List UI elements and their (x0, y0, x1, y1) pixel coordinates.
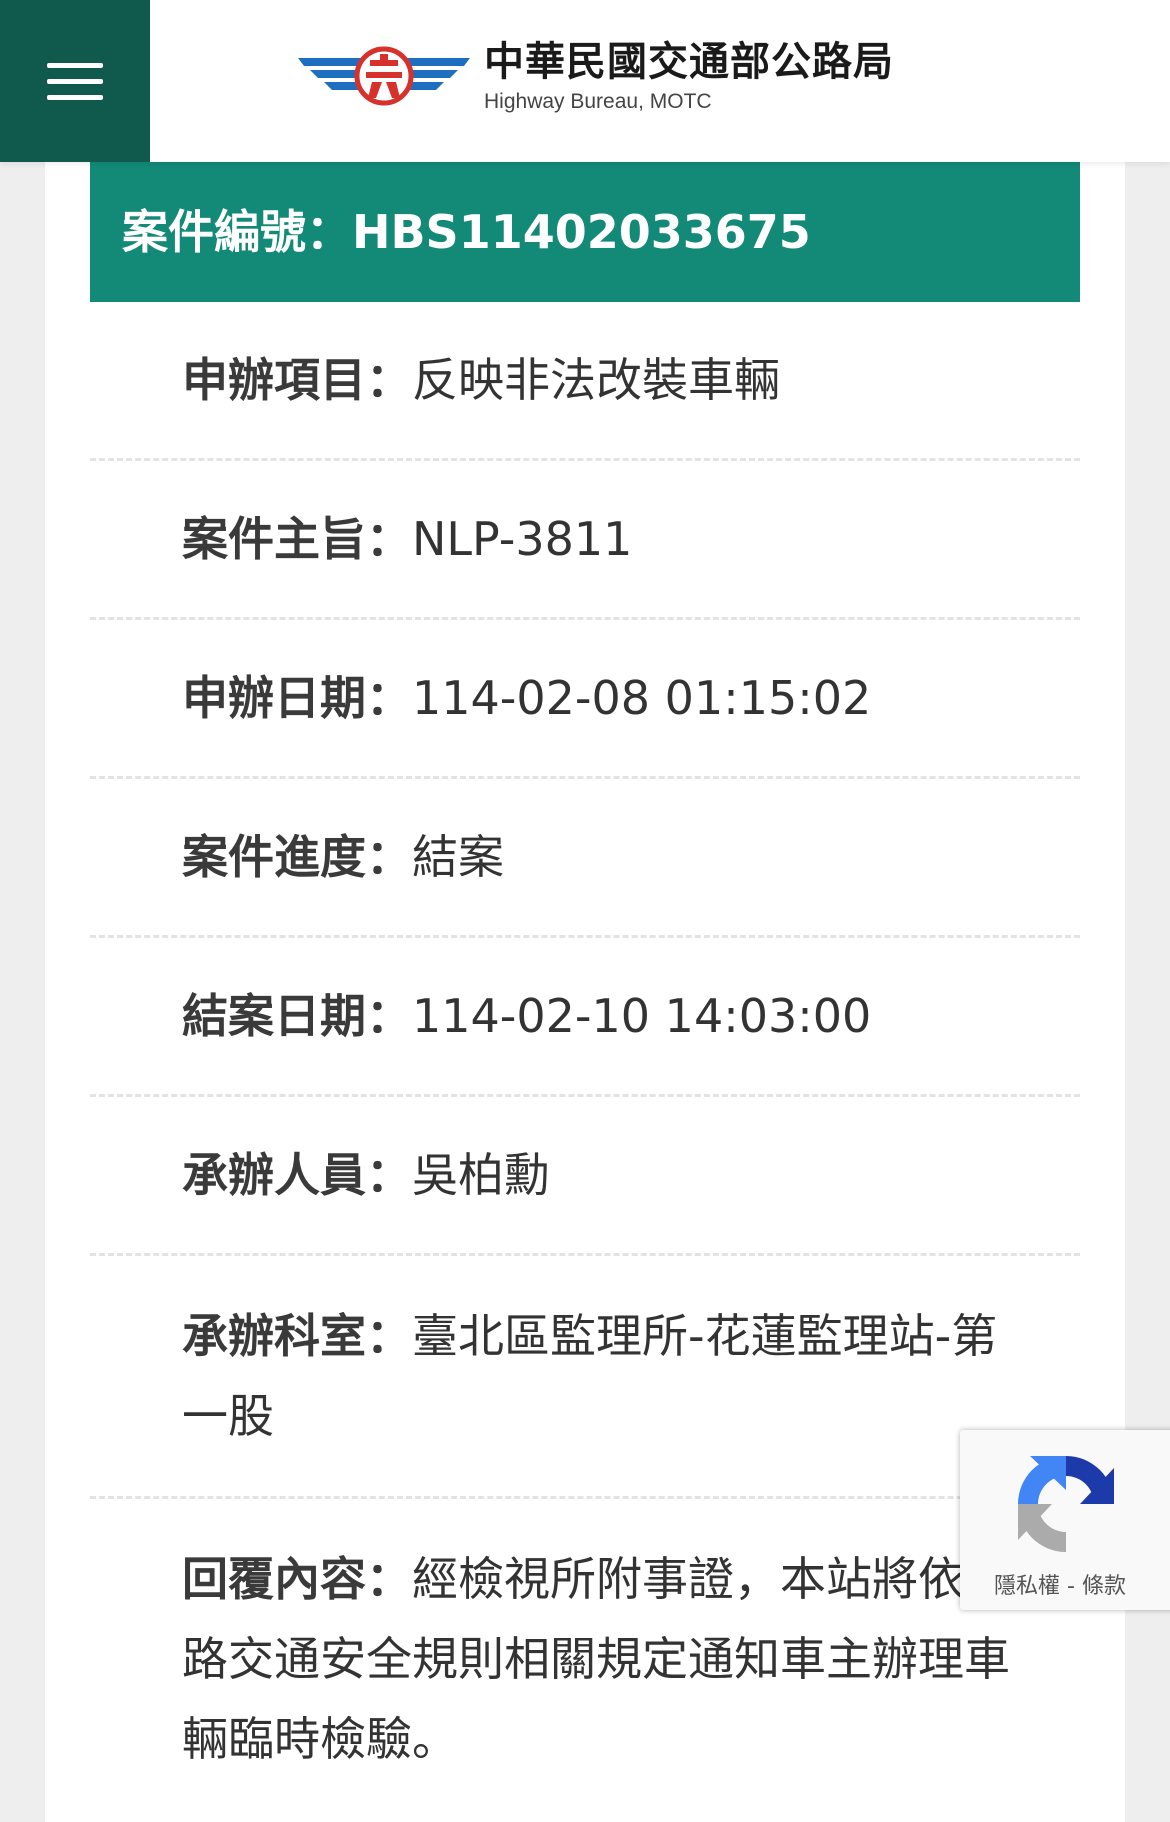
highway-bureau-winged-emblem-icon (298, 46, 470, 106)
field-row-case-progress: 案件進度：結案 (90, 779, 1080, 938)
site-title-zh: 中華民國交通部公路局 (484, 38, 894, 85)
hamburger-menu-icon (47, 62, 103, 68)
site-header: 中華民國交通部公路局 Highway Bureau, MOTC (0, 0, 1170, 162)
hamburger-menu-button[interactable] (0, 0, 150, 162)
field-value: 反映非法改裝車輛 (412, 353, 780, 407)
field-value: 吳柏勳 (412, 1148, 550, 1202)
case-number-value: HBS11402033675 (352, 205, 811, 259)
recaptcha-icon (1018, 1456, 1114, 1552)
field-value: 114-02-08 01:15:02 (412, 671, 872, 725)
recaptcha-links: 隱私權 - 條款 (960, 1568, 1170, 1600)
field-row-case-subject: 案件主旨：NLP-3811 (90, 461, 1080, 620)
field-label: 申辦日期： (182, 671, 412, 725)
field-label: 承辦科室： (182, 1309, 412, 1363)
site-title-en: Highway Bureau, MOTC (484, 90, 712, 113)
field-row-handling-office: 承辦科室：臺北區監理所-花蓮監理站-第一股 (90, 1256, 1080, 1499)
field-row-closing-date: 結案日期：114-02-10 14:03:00 (90, 938, 1080, 1097)
recaptcha-terms-link[interactable]: 條款 (1082, 1574, 1126, 1599)
field-value: 114-02-10 14:03:00 (412, 989, 872, 1043)
field-label: 回覆內容： (182, 1552, 412, 1606)
field-label: 申辦項目： (182, 353, 412, 407)
case-number-header: 案件編號：HBS11402033675 (90, 162, 1080, 302)
field-row-application-date: 申辦日期：114-02-08 01:15:02 (90, 620, 1080, 779)
field-label: 承辦人員： (182, 1148, 412, 1202)
recaptcha-separator: - (1060, 1574, 1082, 1599)
hamburger-menu-icon-bar (47, 94, 103, 100)
field-value: NLP-3811 (412, 512, 633, 566)
field-label: 案件主旨： (182, 512, 412, 566)
recaptcha-badge[interactable]: 隱私權 - 條款 (960, 1430, 1170, 1610)
hamburger-menu-icon-bar (47, 78, 103, 84)
field-label: 案件進度： (182, 830, 412, 884)
field-row-handler: 承辦人員：吳柏勳 (90, 1097, 1080, 1256)
field-row-reply-content: 回覆內容：經檢視所附事證，本站將依道路交通安全規則相關規定通知車主辦理車輛臨時檢… (90, 1499, 1080, 1779)
field-row-application-item: 申辦項目：反映非法改裝車輛 (90, 302, 1080, 461)
field-value: 結案 (412, 830, 504, 884)
site-brand-link[interactable]: 中華民國交通部公路局 Highway Bureau, MOTC (296, 38, 894, 116)
case-number-label: 案件編號： (122, 205, 352, 259)
recaptcha-privacy-link[interactable]: 隱私權 (994, 1574, 1060, 1599)
case-fields-list: 申辦項目：反映非法改裝車輛 案件主旨：NLP-3811 申辦日期：114-02-… (90, 302, 1080, 1779)
field-label: 結案日期： (182, 989, 412, 1043)
